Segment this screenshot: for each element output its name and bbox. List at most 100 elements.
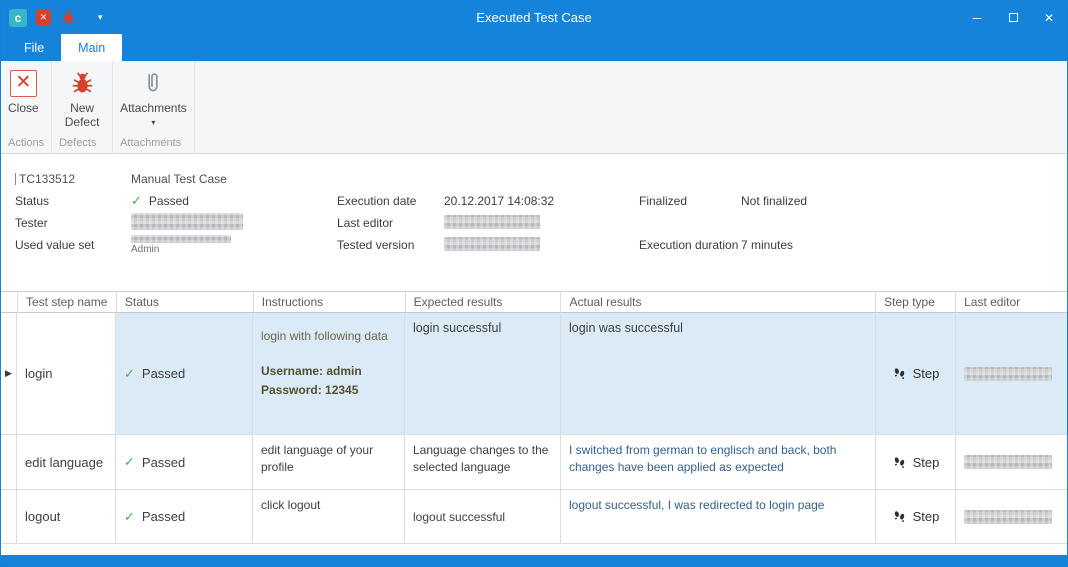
check-icon: ✓ [131,193,142,209]
column-header-expected-results[interactable]: Expected results [406,292,562,313]
step-type-cell[interactable]: Step [876,435,956,490]
instructions-cell[interactable]: click logout [253,490,405,544]
value-set-text: Admin [131,244,337,255]
redacted-tested-version [444,237,540,251]
check-icon: ✓ [124,454,135,470]
close-quick-icon[interactable]: ✕ [36,10,51,25]
instruction-password: Password: 12345 [261,381,396,400]
redacted-last-editor [964,455,1052,469]
table-row-login[interactable]: ▶ login ✓Passed login with following dat… [1,313,1067,435]
new-defect-button[interactable]: New Defect [55,66,109,131]
step-type-label: Step [913,366,940,381]
last-editor-cell[interactable] [956,313,1067,435]
column-header-step-type[interactable]: Step type [876,292,956,313]
app-logo-letter: c [15,11,22,25]
paperclip-icon [140,70,166,96]
step-type-cell[interactable]: Step [876,313,956,435]
ribbon-group-actions: ✕ Close Actions [1,61,52,153]
test-steps-grid: Test step name Status Instructions Expec… [1,291,1067,544]
instructions-cell[interactable]: login with following data Username: admi… [253,313,405,435]
actual-results-cell[interactable]: login was successful [561,313,876,435]
step-name-cell[interactable]: logout [17,490,116,544]
row-indicator-cell [1,490,17,544]
close-ribbon-button[interactable]: ✕ Close [4,66,43,117]
close-button-label: Close [8,101,39,115]
ribbon-tabstrip: File Main [1,34,1067,61]
close-icon: ✕ [40,12,48,23]
instructions-cell[interactable]: edit language of your profile [253,435,405,490]
tester-value [131,213,337,233]
chevron-down-icon[interactable]: ▾ [86,12,103,23]
last-editor-cell[interactable] [956,435,1067,490]
column-header-actual-results[interactable]: Actual results [561,292,876,313]
test-case-id: TC133512 [15,172,131,186]
current-row-indicator: ▶ [1,313,17,435]
row-indicator-icon: ▶ [5,368,12,379]
footprints-icon [892,366,907,381]
table-row-edit-language[interactable]: edit language ✓Passed edit language of y… [1,435,1067,490]
status-cell[interactable]: ✓Passed [116,313,253,435]
last-editor-label: Last editor [337,216,444,230]
attachments-button[interactable]: Attachments ▾ [116,66,191,132]
redacted-last-editor [964,367,1052,381]
redacted-last-editor [444,215,540,229]
group-label-attachments: Attachments [113,137,194,153]
test-case-type: Manual Test Case [131,172,337,186]
step-name-cell[interactable]: edit language [17,435,116,490]
last-editor-cell[interactable] [956,490,1067,544]
chevron-glyph: ▾ [98,12,103,22]
app-logo-icon[interactable]: c [9,9,27,27]
quick-access-toolbar: c ✕ ▾ [1,9,103,27]
expected-results-cell[interactable]: Language changes to the selected languag… [405,435,561,490]
row-indicator-header [1,292,18,313]
step-type-label: Step [913,509,940,524]
step-type-label: Step [913,455,940,470]
maximize-button[interactable] [995,1,1031,34]
tab-file[interactable]: File [7,34,61,61]
attachments-dropdown-icon[interactable]: ▾ [151,116,155,130]
close-icon: ✕ [1044,11,1054,25]
instruction-text: login with following data [261,327,396,346]
new-defect-quick-icon[interactable] [60,9,77,26]
ribbon-group-defects: New Defect Defects [52,61,113,153]
column-header-instructions[interactable]: Instructions [254,292,406,313]
step-name-cell[interactable]: login [17,313,116,435]
window-controls: ─ ✕ [959,1,1067,34]
group-label-defects: Defects [52,137,112,153]
titlebar: Executed Test Case c ✕ ▾ ─ ✕ [1,1,1067,34]
column-header-test-step-name[interactable]: Test step name [18,292,117,313]
actual-results-cell[interactable]: logout successful, I was redirected to l… [561,490,876,544]
new-defect-label: New Defect [59,101,105,129]
group-label-actions: Actions [1,137,51,153]
redacted-tester-name [131,213,243,230]
step-type-cell[interactable]: Step [876,490,956,544]
status-value: ✓Passed [131,193,337,209]
duration-label: Execution duration [639,238,741,252]
duration-value: 7 minutes [741,238,1067,252]
tested-version-label: Tested version [337,238,444,252]
expected-results-cell[interactable]: logout successful [405,490,561,544]
close-icon: ✕ [10,70,37,97]
column-header-last-editor[interactable]: Last editor [956,292,1067,313]
status-bar [1,555,1067,566]
table-row-logout[interactable]: logout ✓Passed click logout logout succe… [1,490,1067,544]
close-button[interactable]: ✕ [1031,1,1067,34]
grid-header-row: Test step name Status Instructions Expec… [1,292,1067,313]
value-set-value: Admin [131,235,337,255]
bug-icon [69,70,96,97]
footprints-icon [892,509,907,524]
expected-results-cell[interactable]: login successful [405,313,561,435]
column-header-status[interactable]: Status [117,292,254,313]
actual-results-cell[interactable]: I switched from german to englisch and b… [561,435,876,490]
tab-main[interactable]: Main [61,34,122,61]
last-editor-value [444,215,639,232]
ribbon-group-attachments: Attachments ▾ Attachments [113,61,195,153]
check-icon: ✓ [124,509,135,525]
redacted-last-editor [964,510,1052,524]
check-icon: ✓ [124,366,135,382]
minimize-button[interactable]: ─ [959,1,995,34]
status-cell[interactable]: ✓Passed [116,490,253,544]
status-cell[interactable]: ✓Passed [116,435,253,490]
finalized-label: Finalized [639,194,741,208]
execution-date-label: Execution date [337,194,444,208]
